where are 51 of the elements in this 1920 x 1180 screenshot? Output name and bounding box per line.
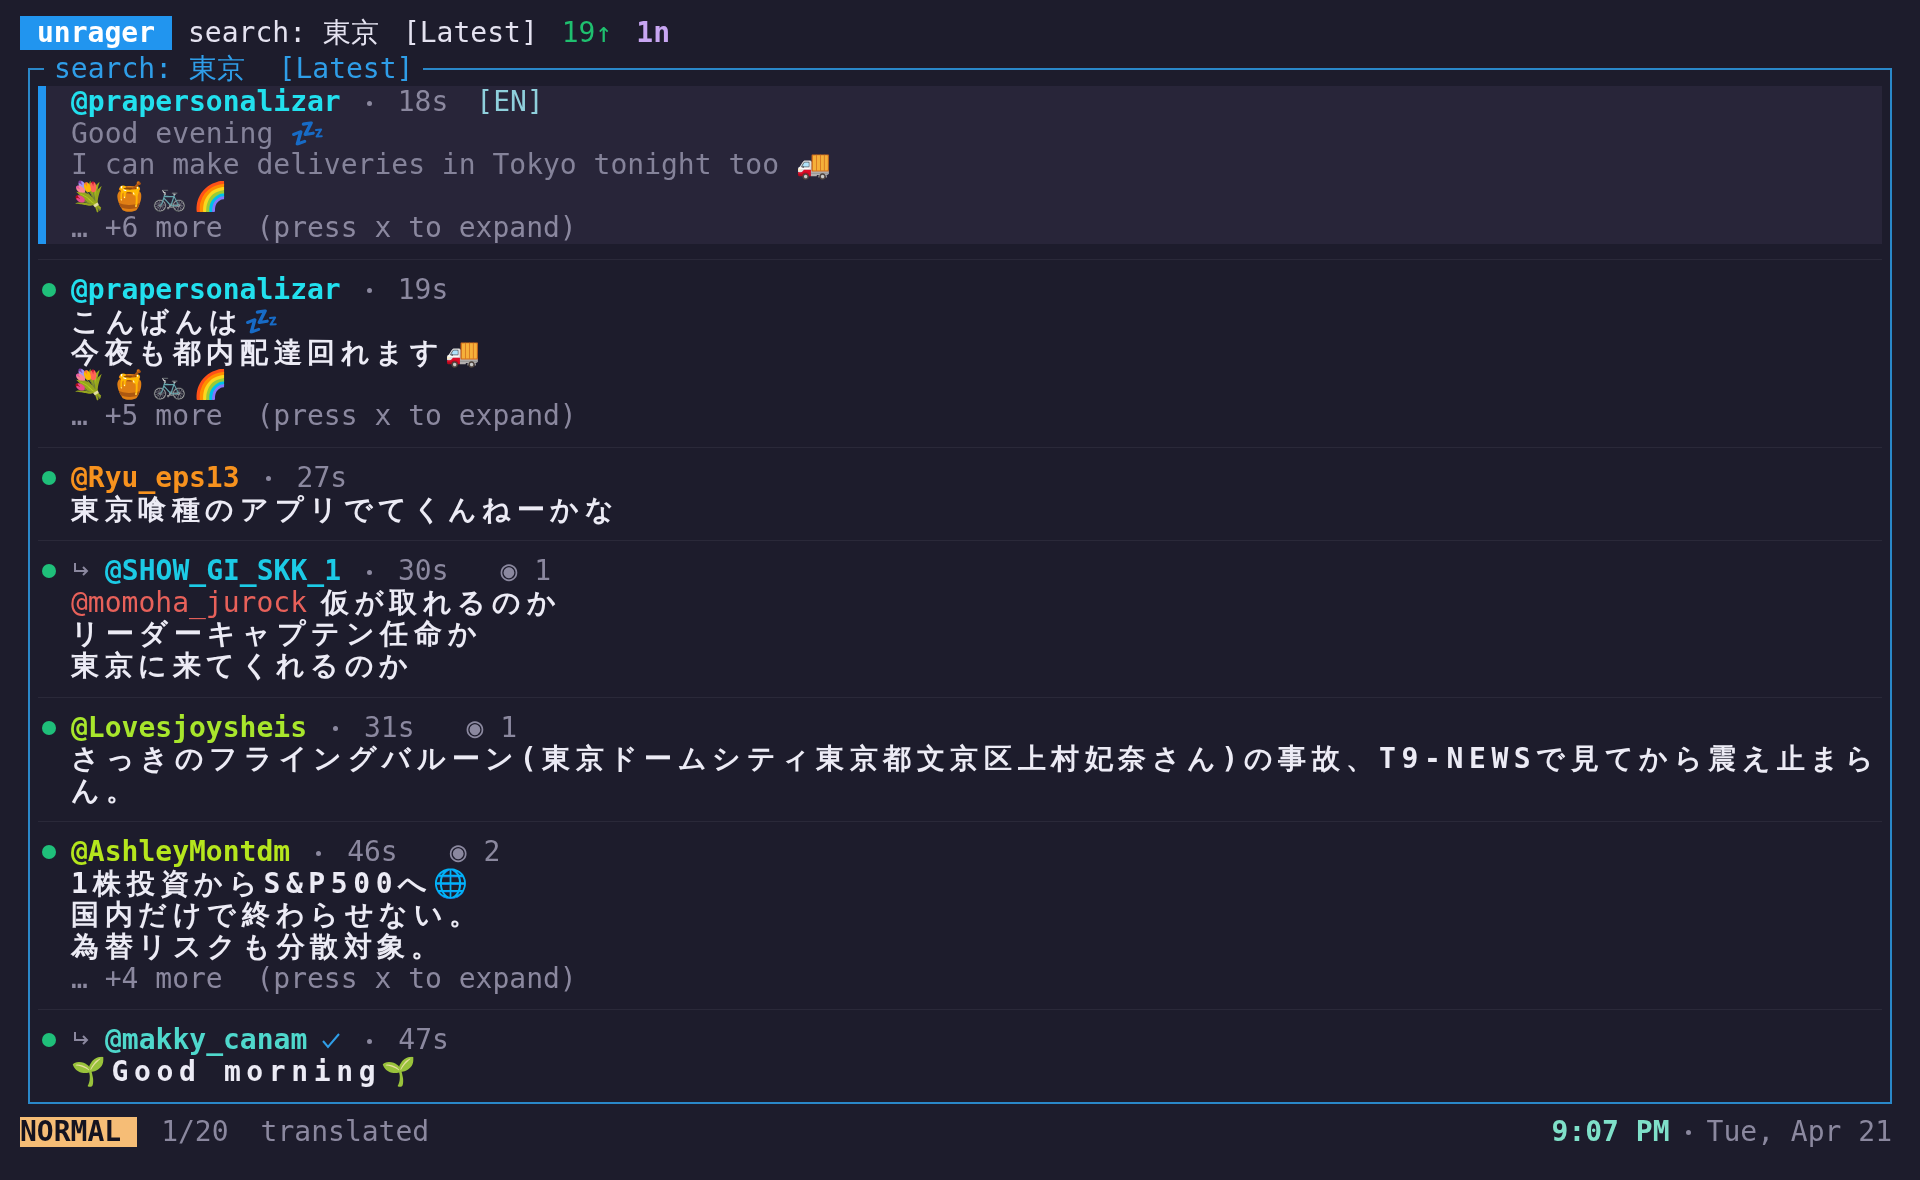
- translation-status: translated: [259, 1116, 430, 1148]
- separator-dot: [316, 850, 322, 856]
- separator-dot: [265, 476, 271, 482]
- expand-hint[interactable]: … +6 more (press x to expand): [71, 211, 577, 245]
- separator-dot: [1685, 1129, 1691, 1135]
- translated-text: Good evening 💤: [71, 116, 326, 150]
- clock-time: 9:07 PM: [1551, 1116, 1670, 1148]
- panel-title: search: 東京 [Latest]: [44, 53, 424, 84]
- sort-mode: [Latest]: [402, 17, 538, 49]
- separator-dot: [366, 288, 372, 294]
- post-position: 1/20: [161, 1116, 229, 1148]
- separator-dot: [366, 100, 372, 106]
- new-count: 19↑: [561, 17, 613, 49]
- separator-dot: [367, 569, 372, 575]
- post-text: 為替リスクも分散対象。: [71, 930, 445, 964]
- post-text: さっきのフライングバルーン(東京ドームシティ東京都文京区上村妃奈さん)の事故、T9-NEWSで見てから震え止まらん。: [71, 742, 1880, 807]
- author-handle[interactable]: @Ryu_eps13: [71, 460, 240, 494]
- author-handle[interactable]: @prapersonalizar: [71, 85, 341, 118]
- view-count: ◉ 1: [500, 554, 552, 588]
- post-text: 国内だけで終わらせない。: [71, 898, 483, 932]
- expand-hint[interactable]: … +5 more (press x to expand): [71, 399, 577, 433]
- author-handle[interactable]: @prapersonalizar: [71, 272, 341, 306]
- post-text: 💐🍯🚲🌈: [71, 367, 234, 401]
- separator-dot: [333, 726, 338, 731]
- expand-hint[interactable]: … +4 more (press x to expand): [71, 961, 577, 995]
- mode-indicator: NORMAL: [20, 1117, 138, 1147]
- post-time: 31s: [364, 710, 415, 744]
- date-label: Tue, Apr 21: [1706, 1116, 1892, 1148]
- post-time: 46s: [347, 835, 398, 869]
- view-count: ◉ 2: [449, 835, 501, 869]
- author-handle[interactable]: @AshleyMontdm: [71, 835, 291, 869]
- separator-dot: [367, 1038, 373, 1044]
- post-text: 💐🍯🚲🌈: [71, 179, 234, 213]
- translated-text: I can make deliveries in Tokyo tonight too 🚚: [71, 148, 831, 182]
- post-text: 東京に来てくれるのか: [71, 648, 414, 682]
- search-query: search: 東京: [188, 17, 379, 49]
- post-time: 30s: [398, 554, 449, 588]
- selected-post-background[interactable]: @prapersonalizar 18s [EN] Good evening 💤 I can make deliveries in Tokyo tonight too 🚚 💐🍯🚲🌈 … +6 more (press x to expand): [38, 86, 1882, 244]
- post-time: 19s: [397, 272, 449, 306]
- author-handle[interactable]: @SHOW_GI_SKK_1: [105, 554, 341, 588]
- post-time: 47s: [398, 1023, 449, 1057]
- post-time: 18s: [397, 85, 449, 118]
- app-name: unrager: [20, 16, 172, 50]
- author-handle[interactable]: @Lovesjoysheis: [71, 710, 307, 744]
- post-time: 27s: [296, 460, 348, 494]
- pending-count: 1n: [636, 17, 671, 49]
- post-text: こんばんは💤: [71, 304, 285, 338]
- view-count: ◉ 1: [466, 710, 518, 744]
- language-tag: [EN]: [476, 85, 544, 118]
- post-text: 1株投資からS&P500へ🌐: [71, 866, 474, 900]
- author-handle[interactable]: @makky_canam: [105, 1023, 308, 1057]
